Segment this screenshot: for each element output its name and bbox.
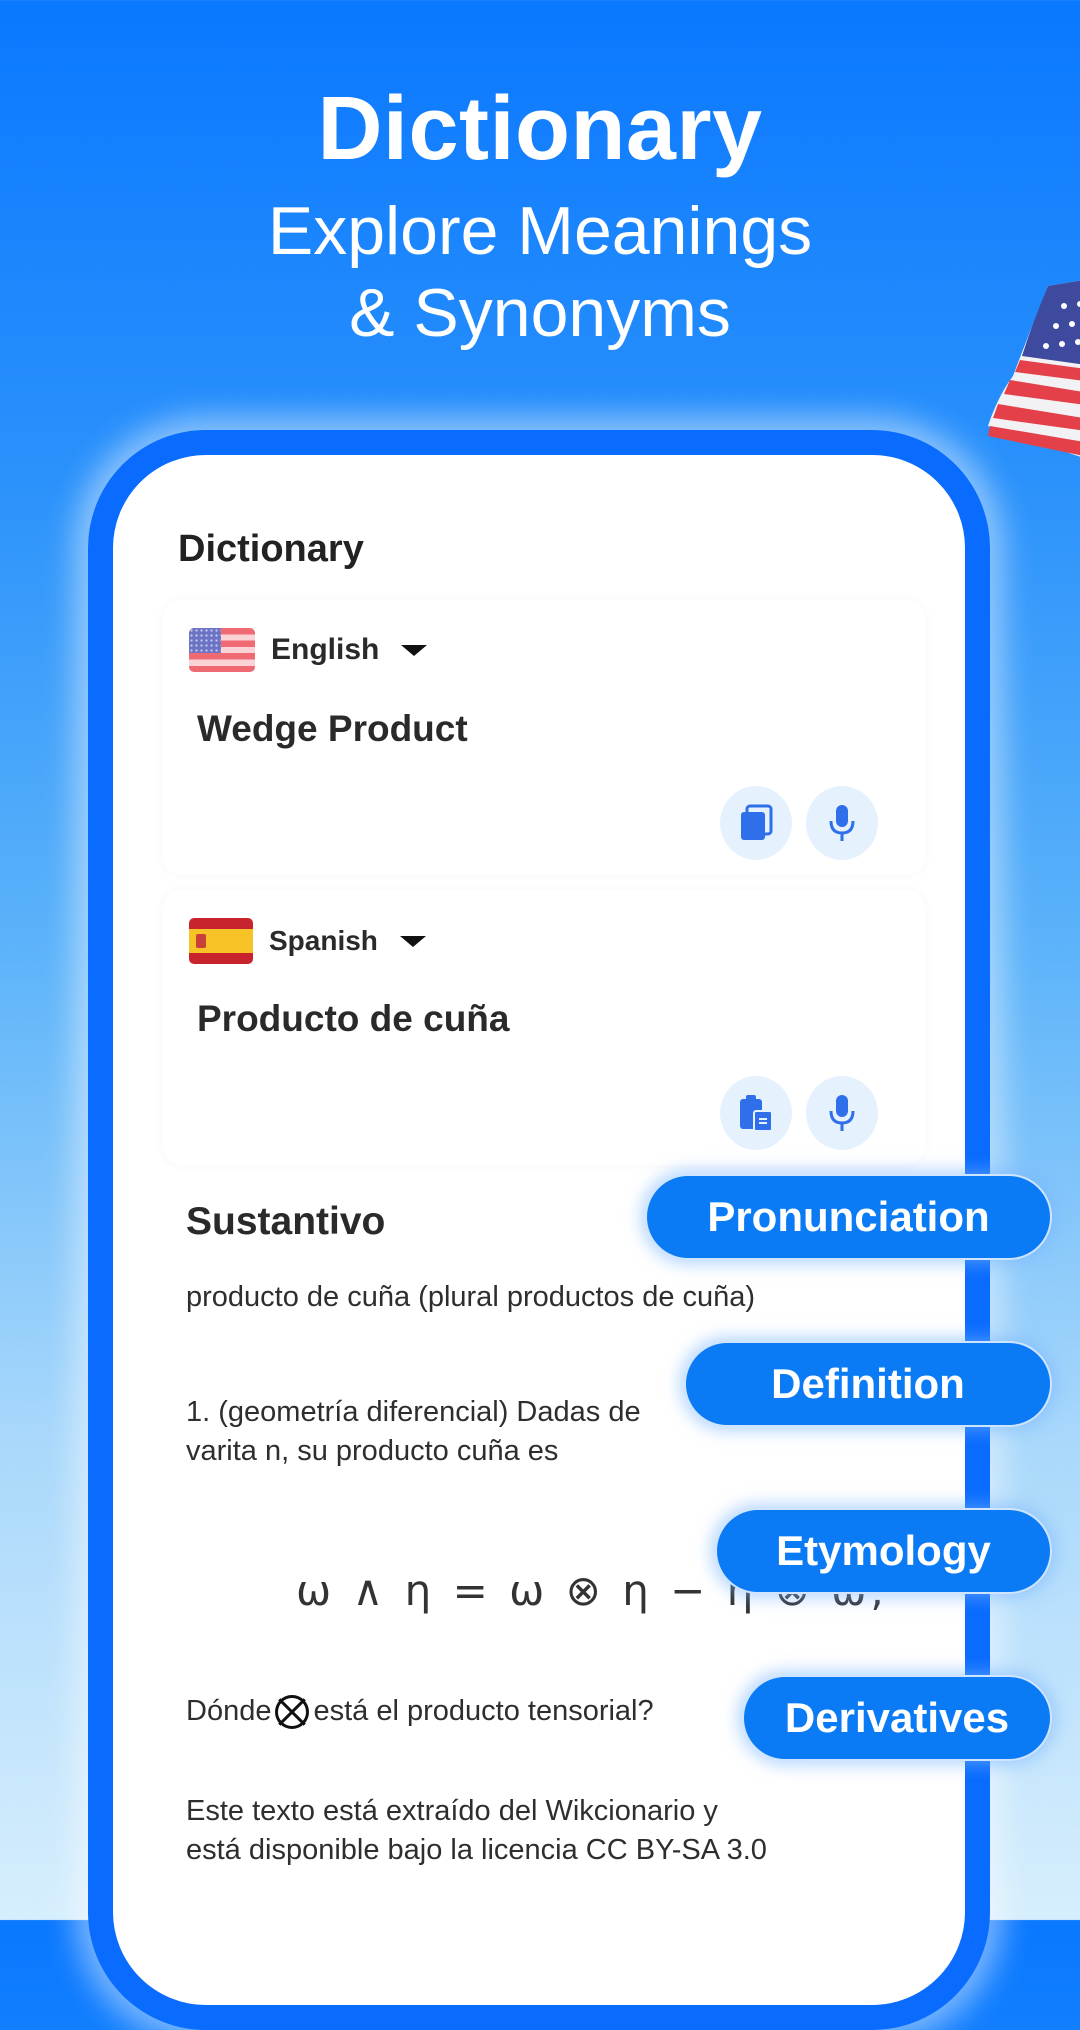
source-language-selector[interactable]: English [189, 628, 428, 672]
definition-line-2: varita n, su producto cuña es [186, 1435, 559, 1467]
target-language-selector[interactable]: Spanish [189, 918, 426, 964]
paste-icon [740, 1095, 773, 1132]
source-microphone-button[interactable] [806, 786, 878, 860]
license-line-2: está disponible bajo la licencia CC BY-S… [186, 1834, 767, 1866]
copy-icon [741, 804, 773, 840]
etymology-pill: Etymology [715, 1508, 1052, 1594]
source-language-label: English [271, 633, 380, 666]
derivatives-pill: Derivatives [742, 1675, 1052, 1761]
translation-text: Producto de cuña [197, 998, 510, 1039]
microphone-icon [829, 1095, 855, 1131]
dropdown-caret-icon [399, 935, 426, 947]
waving-us-flag-icon [988, 280, 1080, 457]
app-title: Dictionary [178, 528, 364, 570]
target-microphone-button[interactable] [806, 1076, 878, 1150]
source-text-input[interactable]: Wedge Product [197, 708, 468, 750]
license-line-1: Este texto está extraído del Wikcionario… [186, 1795, 718, 1827]
paste-button[interactable] [720, 1076, 792, 1150]
target-language-card: Spanish Producto de cuña [163, 890, 925, 1165]
tensor-note-prefix: Dónde [186, 1695, 272, 1727]
microphone-icon [829, 805, 855, 841]
tensor-product-note: Dónde está el producto tensorial? [186, 1692, 654, 1731]
part-of-speech-heading: Sustantivo [186, 1200, 386, 1243]
plural-form-text: producto de cuña (plural productos de cu… [186, 1281, 756, 1313]
tensor-product-symbol-icon [275, 1694, 310, 1729]
hero-subtitle-line-1: Explore Meanings [267, 193, 813, 269]
spain-flag-icon [189, 918, 253, 964]
tensor-note-suffix: está el producto tensorial? [313, 1695, 654, 1727]
source-language-card: English Wedge Product [163, 600, 925, 875]
copy-button[interactable] [720, 786, 792, 860]
target-language-label: Spanish [269, 925, 378, 956]
definition-text: 1. (geometría diferencial) Dadas de vari… [186, 1393, 746, 1471]
us-flag-icon [189, 628, 255, 672]
hero-subtitle-line-2: & Synonyms [349, 275, 731, 351]
dropdown-caret-icon [401, 644, 428, 656]
license-notice: Este texto está extraído del Wikcionario… [186, 1792, 767, 1870]
definition-pill: Definition [684, 1341, 1052, 1427]
hero-subtitle: Explore Meanings & Synonyms [0, 190, 1080, 354]
hero-title: Dictionary [317, 79, 763, 179]
pronunciation-pill: Pronunciation [645, 1174, 1052, 1260]
definition-line-1: 1. (geometría diferencial) Dadas de [186, 1396, 641, 1428]
